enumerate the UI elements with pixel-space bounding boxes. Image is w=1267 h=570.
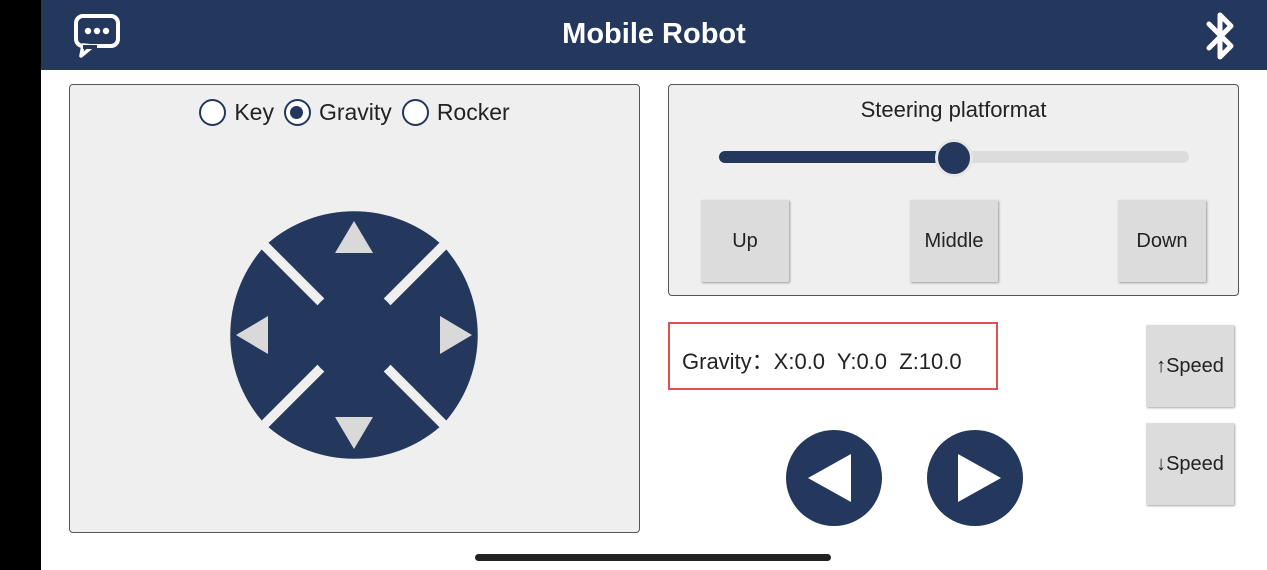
bluetooth-icon[interactable] (1199, 10, 1243, 62)
slider-fill (719, 151, 954, 163)
speed-up-button[interactable]: ↑Speed (1146, 325, 1234, 407)
steering-down-button[interactable]: Down (1118, 200, 1206, 282)
app-header: Mobile Robot (41, 0, 1267, 70)
radio-key[interactable] (199, 99, 227, 126)
rotate-left-triangle-icon (808, 454, 851, 502)
mode-label-key: Key (234, 99, 274, 125)
mode-label-rocker: Rocker (436, 99, 510, 125)
steering-slider[interactable] (719, 139, 1189, 177)
slider-thumb[interactable] (935, 139, 973, 177)
rotate-left-button[interactable] (786, 430, 882, 526)
gravity-readout-text: Gravity：X:0.0 Y:0.0 Z:10.0 (682, 349, 962, 374)
mode-option-key[interactable]: Key (199, 99, 274, 126)
steering-up-button[interactable]: Up (701, 200, 789, 282)
steering-platform-panel: Steering platformat Up Middle Down (668, 84, 1239, 296)
radio-gravity[interactable] (283, 99, 311, 126)
rotate-right-triangle-icon (958, 454, 1001, 502)
mode-label-gravity: Gravity (318, 99, 392, 125)
mode-option-rocker[interactable]: Rocker (401, 99, 510, 126)
page-title: Mobile Robot (562, 18, 746, 50)
gravity-readout: Gravity：X:0.0 Y:0.0 Z:10.0 (668, 322, 998, 390)
home-indicator[interactable] (475, 554, 831, 561)
rotate-right-button[interactable] (927, 430, 1023, 526)
mode-option-gravity[interactable]: Gravity (283, 99, 392, 126)
app-screen: Mobile Robot Key Gravity Rocker Steering… (41, 0, 1267, 570)
control-mode-group: Key Gravity Rocker (70, 99, 639, 126)
motion-control-panel: Key Gravity Rocker (69, 84, 640, 533)
steering-middle-button[interactable]: Middle (910, 200, 998, 282)
dpad-center-button[interactable] (307, 288, 401, 382)
direction-pad (230, 211, 478, 459)
steering-title: Steering platformat (860, 97, 1047, 122)
radio-rocker[interactable] (401, 99, 429, 126)
speed-down-button[interactable]: ↓Speed (1146, 423, 1234, 505)
